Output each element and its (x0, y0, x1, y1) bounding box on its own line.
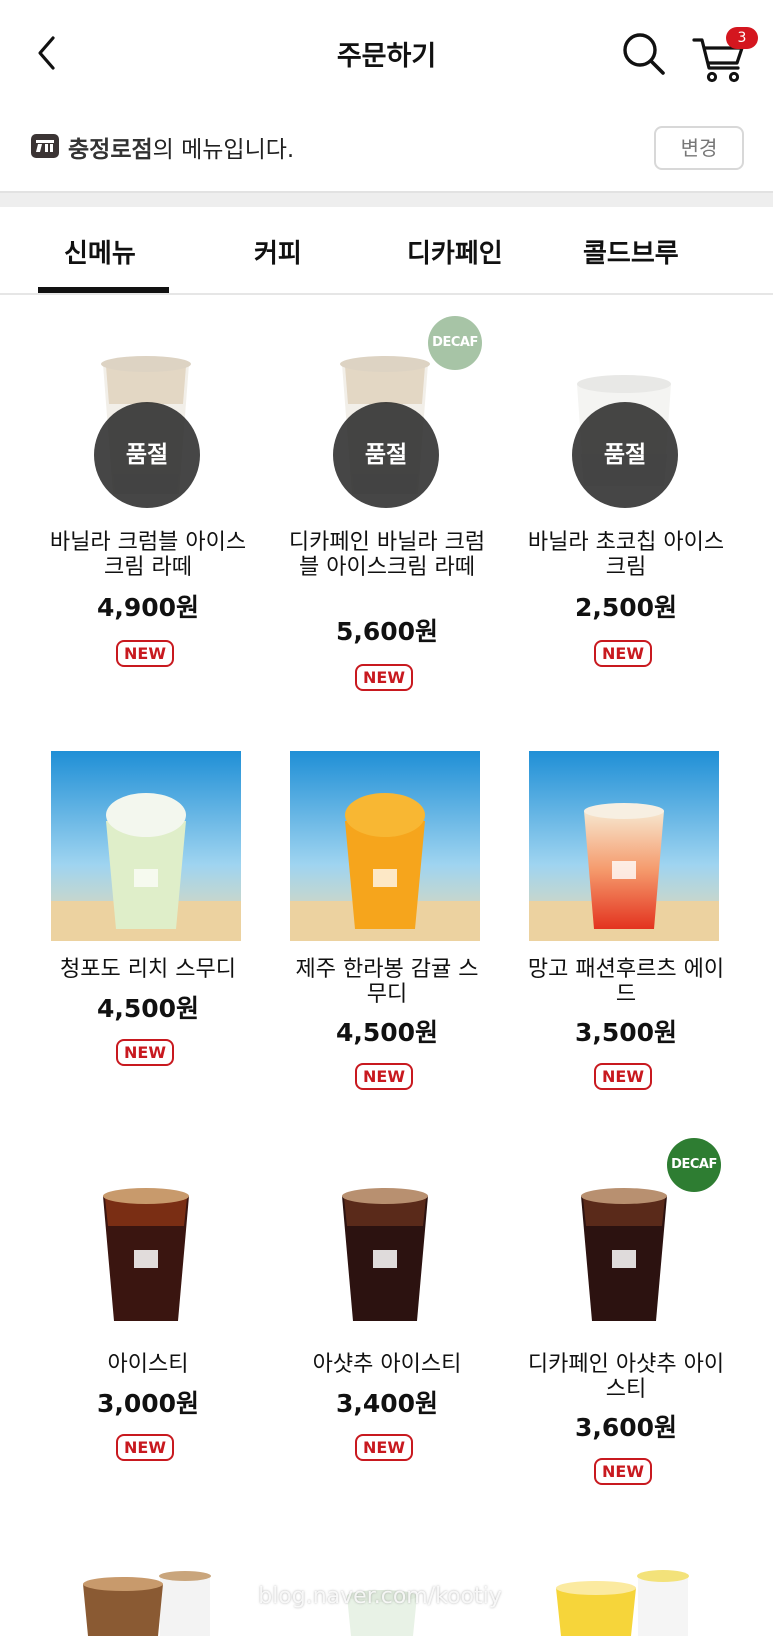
product-price: 3,400원 (335, 1389, 439, 1418)
active-tab-indicator (38, 287, 169, 293)
new-badge: NEW (355, 664, 413, 691)
product-card[interactable]: 아이스티 3,000원 NEW (48, 1146, 248, 1486)
product-name: 망고 패션후르츠 에이드 (527, 957, 725, 1007)
decaf-badge: DECAF (667, 1138, 721, 1192)
product-image: 품절 (51, 324, 241, 514)
new-badge: NEW (594, 640, 652, 667)
iced-tea-icon (342, 1188, 428, 1321)
product-name: 디카페인 아샷추 아이스티 (527, 1352, 725, 1402)
new-badge: NEW (116, 1434, 174, 1461)
product-name: 아이스티 (107, 1352, 189, 1377)
product-image: 품절 (529, 324, 719, 514)
product-card[interactable]: 망고 패션후르츠 에이드 3,500원 NEW (526, 751, 726, 1101)
product-card[interactable] (526, 1566, 726, 1636)
watermark-text: blog.naver.com/kootiy (258, 1584, 502, 1609)
product-card[interactable]: 품절 바닐라 초코칩 아이스크림 2,500원 NEW (526, 324, 726, 684)
soldout-overlay: 품절 (572, 402, 678, 508)
section-divider (0, 191, 773, 207)
store-notice-suffix: 의 메뉴입니다. (152, 137, 295, 163)
search-button[interactable] (620, 28, 668, 80)
tab-coffee[interactable]: 커피 (254, 233, 302, 270)
product-price: 4,900원 (96, 593, 200, 622)
product-card[interactable]: 품절 DECAF 디카페인 바닐라 크럼블 아이스크림 라떼 5,600원 NE… (287, 316, 487, 704)
product-image (51, 751, 241, 941)
app-header: 주문하기 3 (0, 0, 773, 105)
soldout-overlay: 품절 (94, 402, 200, 508)
decaf-badge: DECAF (428, 316, 482, 370)
soldout-overlay: 품절 (333, 402, 439, 508)
store-bar: 충정로점의 메뉴입니다. 변경 (0, 110, 773, 190)
product-image (51, 1146, 241, 1336)
product-card[interactable]: 제주 한라봉 감귤 스무디 4,500원 NEW (287, 751, 487, 1101)
search-icon (623, 33, 665, 75)
product-name: 디카페인 바닐라 크럼블 아이스크림 라떼 (288, 530, 486, 580)
green-smoothie-icon (51, 751, 241, 941)
orange-smoothie-icon (290, 751, 480, 941)
store-icon (31, 134, 59, 158)
product-name: 청포도 리치 스무디 (60, 957, 236, 982)
change-store-button[interactable]: 변경 (654, 126, 744, 170)
category-tabs: 신메뉴 커피 디카페인 콜드브루 (0, 207, 773, 295)
tab-cold-brew[interactable]: 콜드브루 (583, 233, 679, 270)
cart-count-badge: 3 (726, 27, 758, 49)
product-price: 4,500원 (96, 994, 200, 1023)
product-name: 제주 한라봉 감귤 스무디 (295, 957, 479, 1007)
tab-decaf[interactable]: 디카페인 (407, 233, 503, 270)
product-image (529, 751, 719, 941)
product-name: 바닐라 초코칩 아이스크림 (527, 530, 725, 580)
store-name: 충정로점 (68, 137, 153, 163)
product-name: 바닐라 크럼블 아이스크림 라떼 (49, 530, 247, 580)
product-image (290, 1146, 480, 1336)
lemon-drink-icon (556, 1570, 689, 1636)
product-price: 3,600원 (574, 1413, 678, 1442)
product-price: 5,600원 (335, 617, 439, 646)
red-ade-icon (529, 751, 719, 941)
new-badge: NEW (594, 1063, 652, 1090)
iced-tea-icon (103, 1188, 189, 1321)
new-badge: NEW (116, 1039, 174, 1066)
product-image (290, 751, 480, 941)
product-price: 4,500원 (335, 1018, 439, 1047)
product-price: 2,500원 (574, 593, 678, 622)
product-price: 3,000원 (96, 1389, 200, 1418)
product-price: 3,500원 (574, 1018, 678, 1047)
store-notice: 충정로점의 메뉴입니다. (68, 130, 294, 164)
new-badge: NEW (355, 1063, 413, 1090)
new-badge: NEW (116, 640, 174, 667)
product-card[interactable] (48, 1566, 248, 1636)
product-card[interactable]: 품절 바닐라 크럼블 아이스크림 라떼 4,900원 NEW (48, 324, 248, 684)
product-card[interactable]: 아샷추 아이스티 3,400원 NEW (287, 1146, 487, 1486)
tab-new-menu[interactable]: 신메뉴 (64, 233, 136, 270)
product-card[interactable]: 청포도 리치 스무디 4,500원 NEW (48, 751, 248, 1081)
new-badge: NEW (594, 1458, 652, 1485)
product-name: 아샷추 아이스티 (312, 1352, 462, 1377)
new-badge: NEW (355, 1434, 413, 1461)
latte-cup-icon (83, 1571, 211, 1636)
cart-button[interactable]: 3 (692, 26, 760, 86)
product-card[interactable]: DECAF 디카페인 아샷추 아이스티 3,600원 NEW (526, 1138, 726, 1506)
